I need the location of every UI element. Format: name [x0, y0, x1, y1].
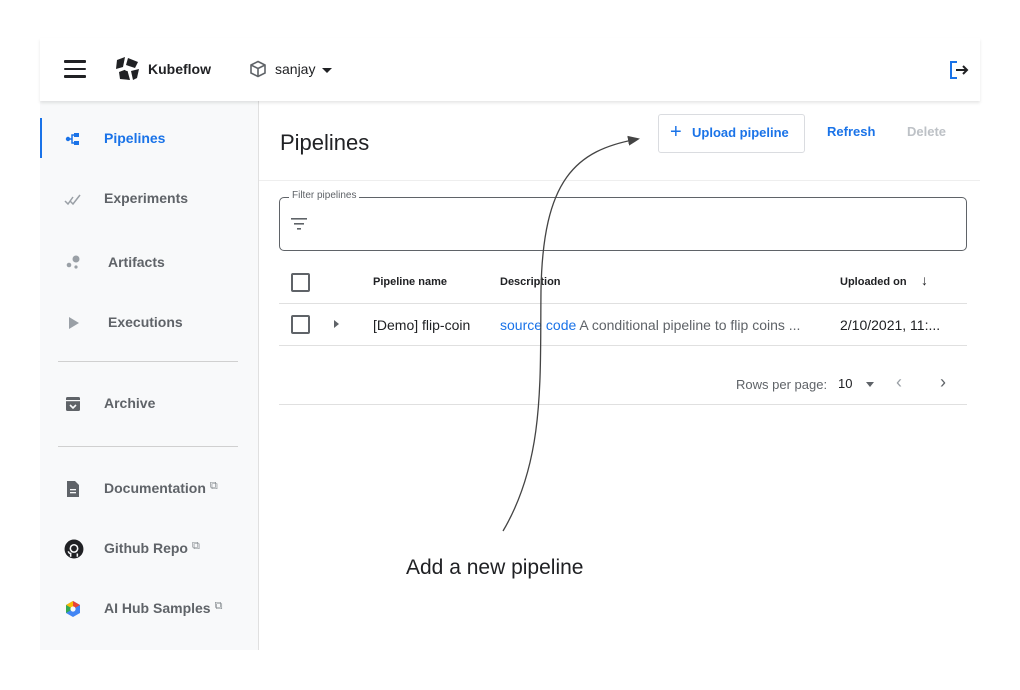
sidebar-item-label: Github Repo: [104, 540, 188, 556]
page-title: Pipelines: [280, 130, 370, 155]
sidebar-item-ai-hub-samples[interactable]: AI Hub Samples ⧉: [40, 588, 258, 628]
upload-pipeline-button[interactable]: + Upload pipeline: [658, 114, 805, 153]
sidebar-item-label: Executions: [108, 314, 183, 330]
column-header-uploaded-on[interactable]: Uploaded on: [840, 276, 907, 288]
logout-icon[interactable]: [947, 58, 971, 82]
sidebar-item-label: Pipelines: [104, 130, 166, 146]
sidebar-item-label: Experiments: [104, 190, 189, 206]
sidebar-item-experiments[interactable]: Experiments: [40, 178, 258, 218]
toolbar-divider: [259, 180, 980, 181]
next-page-button[interactable]: ›: [940, 372, 946, 393]
table-row-divider: [279, 345, 967, 346]
sidebar-divider: [58, 446, 238, 447]
delete-button[interactable]: Delete: [907, 124, 946, 139]
source-code-link[interactable]: source code: [500, 317, 576, 333]
plus-icon: +: [670, 121, 682, 143]
upload-pipeline-label: Upload pipeline: [692, 125, 789, 140]
sort-arrow-icon[interactable]: ↓: [921, 272, 928, 288]
pagination-divider: [279, 404, 967, 405]
pipelines-icon: [65, 133, 79, 145]
ai-hub-icon: [66, 601, 80, 617]
expand-row-icon[interactable]: [334, 320, 339, 328]
sidebar-item-label: AI Hub Samples: [104, 600, 211, 616]
description-text: A conditional pipeline to flip coins ...: [579, 317, 801, 333]
document-icon: [67, 481, 79, 497]
cube-icon: [250, 60, 266, 78]
uploaded-on-cell: 2/10/2021, 11:...: [840, 317, 941, 333]
filter-icon: [291, 218, 307, 230]
sidebar-item-archive[interactable]: Archive: [40, 383, 258, 423]
column-header-description[interactable]: Description: [500, 276, 561, 288]
app-name[interactable]: Kubeflow: [148, 61, 211, 77]
sidebar-item-artifacts[interactable]: Artifacts: [40, 242, 258, 282]
filter-pipelines-input[interactable]: [279, 197, 967, 251]
rows-per-page-label: Rows per page:: [736, 377, 828, 392]
filter-label: Filter pipelines: [289, 190, 360, 201]
github-icon: [64, 539, 84, 559]
chevron-down-icon: [866, 382, 874, 387]
previous-page-button[interactable]: ‹: [896, 372, 902, 393]
hamburger-menu-icon[interactable]: [64, 60, 86, 78]
top-bar: Kubeflow sanjay: [40, 38, 980, 101]
annotation-caption: Add a new pipeline: [406, 556, 584, 579]
external-link-icon: ⧉: [209, 480, 218, 492]
play-icon: [69, 317, 79, 329]
sidebar-item-executions[interactable]: Executions: [40, 302, 258, 342]
sidebar-item-label-wrap: Documentation ⧉: [104, 480, 218, 497]
sidebar-item-label: Documentation: [104, 480, 206, 496]
sidebar-item-label-wrap: Github Repo ⧉: [104, 540, 200, 557]
external-link-icon: ⧉: [192, 540, 200, 552]
sidebar-item-documentation[interactable]: Documentation ⧉: [40, 468, 258, 508]
artifacts-icon: [66, 255, 80, 269]
pipeline-name-cell[interactable]: [Demo] flip-coin: [373, 317, 470, 333]
archive-icon: [66, 397, 80, 411]
chevron-down-icon: [322, 68, 332, 73]
experiments-icon: [64, 194, 81, 206]
select-all-checkbox[interactable]: [291, 273, 310, 292]
sidebar-item-pipelines[interactable]: Pipelines: [40, 118, 258, 158]
row-checkbox[interactable]: [291, 315, 310, 334]
sidebar-item-label-wrap: AI Hub Samples ⧉: [104, 600, 222, 617]
sidebar-divider: [58, 361, 238, 362]
refresh-button[interactable]: Refresh: [827, 124, 875, 139]
description-cell: source code A conditional pipeline to fl…: [500, 317, 800, 333]
sidebar-item-label: Artifacts: [108, 254, 165, 270]
sidebar-item-github-repo[interactable]: Github Repo ⧉: [40, 528, 258, 568]
sidebar-item-label: Archive: [104, 395, 156, 411]
namespace-label: sanjay: [275, 61, 316, 77]
external-link-icon: ⧉: [214, 600, 223, 612]
column-header-pipeline-name[interactable]: Pipeline name: [373, 276, 447, 288]
kubeflow-logo-icon[interactable]: [114, 56, 140, 82]
table-header-divider: [279, 303, 967, 304]
rows-per-page-value: 10: [838, 376, 853, 391]
sidebar: Pipelines Experiments Artifacts Executio…: [40, 101, 259, 650]
